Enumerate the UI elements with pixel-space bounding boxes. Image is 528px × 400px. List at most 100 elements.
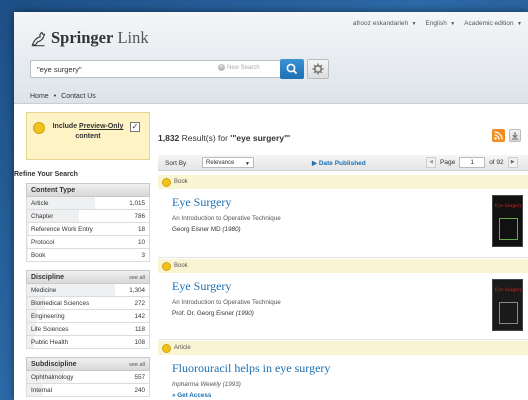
facet-item-count: 118 bbox=[134, 326, 145, 333]
result-subtitle: An Introduction to Operative Technique bbox=[172, 299, 281, 306]
preview-only-checkbox[interactable]: ✓ bbox=[130, 122, 140, 132]
result-type-bar: Book bbox=[158, 259, 528, 273]
chevron-down-icon: ▼ bbox=[245, 161, 250, 167]
gear-icon bbox=[312, 63, 324, 75]
divider bbox=[158, 339, 528, 340]
breadcrumb: Home • Contact Us bbox=[30, 93, 96, 100]
facet-item-content-type[interactable]: Reference Work Entry 18 bbox=[26, 223, 150, 236]
facet-item-count: 1,015 bbox=[129, 200, 145, 207]
facet-item-content-type[interactable]: Article 1,015 bbox=[26, 197, 150, 210]
logo-text: Springer Link bbox=[51, 28, 149, 47]
facet-item-count: 18 bbox=[137, 226, 145, 233]
facet-item-subdiscipline[interactable]: Ophthalmology 557 bbox=[26, 371, 150, 384]
search-icon bbox=[286, 63, 298, 75]
user-menu[interactable]: afrooz eskandarieh ▼ bbox=[353, 20, 417, 27]
facet-item-label: Engineering bbox=[31, 313, 65, 320]
results-count-heading: 1,832 Result(s) for '"eye surgery"' bbox=[158, 133, 291, 143]
date-published-filter[interactable]: ▶ Date Published bbox=[312, 159, 366, 167]
content-type-icon bbox=[162, 343, 171, 353]
facet-item-subdiscipline[interactable]: Internal 240 bbox=[26, 384, 150, 397]
facet-subdiscipline: Subdiscipline see all Ophthalmology 557 Int… bbox=[26, 357, 150, 397]
facet-discipline: Discipline see all Medicine 1,304 Biomedica… bbox=[26, 270, 150, 349]
get-access-link[interactable]: » Get Access bbox=[172, 392, 211, 399]
facet-item-label: Life Sciences bbox=[31, 326, 69, 333]
caret-right-icon: ▶ bbox=[312, 160, 319, 167]
result-item: Book Eye Surgery An Introduction to Oper… bbox=[158, 259, 528, 339]
facet-item-content-type[interactable]: Chapter 786 bbox=[26, 210, 150, 223]
nav-home-link[interactable]: Home bbox=[30, 93, 49, 100]
cover-illustration bbox=[499, 218, 518, 240]
result-item: Article Fluorouracil helps in eye surger… bbox=[158, 341, 528, 400]
facet-item-content-type[interactable]: Book 3 bbox=[26, 249, 150, 262]
rss-button[interactable] bbox=[492, 129, 505, 142]
new-search-button[interactable]: ✕ New Search bbox=[218, 64, 260, 71]
see-all-link[interactable]: see all bbox=[129, 275, 145, 281]
facet-item-content-type[interactable]: Protocol 10 bbox=[26, 236, 150, 249]
result-title-link[interactable]: Fluorouracil helps in eye surgery bbox=[172, 361, 330, 376]
facet-item-discipline[interactable]: Biomedical Sciences 272 bbox=[26, 297, 150, 310]
rss-icon bbox=[494, 131, 503, 140]
facet-item-discipline[interactable]: Engineering 142 bbox=[26, 310, 150, 323]
edition-menu[interactable]: Academic edition ▼ bbox=[464, 20, 522, 27]
facet-header: Subdiscipline see all bbox=[26, 357, 150, 371]
result-type-bar: Article bbox=[158, 341, 528, 355]
springer-horse-icon bbox=[31, 31, 46, 46]
result-type-bar: Book bbox=[158, 175, 528, 189]
facet-item-count: 240 bbox=[134, 387, 145, 394]
user-bar: afrooz eskandarieh ▼ English ▼ Academic … bbox=[353, 20, 522, 27]
facet-item-count: 786 bbox=[134, 213, 145, 220]
facet-item-count: 272 bbox=[134, 300, 145, 307]
springerlink-window: afrooz eskandarieh ▼ English ▼ Academic … bbox=[14, 12, 528, 400]
facet-item-count: 142 bbox=[134, 313, 145, 320]
facet-item-label: Protocol bbox=[31, 239, 55, 246]
facet-item-label: Chapter bbox=[31, 213, 54, 220]
facet-item-label: Public Health bbox=[31, 339, 69, 346]
facet-item-label: Internal bbox=[31, 387, 53, 394]
facet-item-discipline[interactable]: Public Health 108 bbox=[26, 336, 150, 349]
facet-item-count: 1,304 bbox=[129, 287, 145, 294]
content-type-icon bbox=[162, 261, 171, 271]
result-journal: Inpharma Weekly (1993) bbox=[172, 381, 241, 388]
language-menu[interactable]: English ▼ bbox=[425, 20, 455, 27]
facet-count-bar bbox=[27, 223, 30, 235]
download-button[interactable] bbox=[509, 129, 521, 142]
content-type-icon bbox=[162, 177, 171, 187]
preview-only-link[interactable]: Preview-Only bbox=[79, 123, 123, 130]
springer-logo[interactable]: Springer Link bbox=[30, 28, 149, 48]
facet-item-label: Ophthalmology bbox=[31, 374, 74, 381]
sort-select[interactable]: Relevance ▼ bbox=[202, 157, 254, 168]
facet-item-label: Biomedical Sciences bbox=[31, 300, 90, 307]
page-total: of 92 bbox=[489, 159, 504, 166]
facet-item-discipline[interactable]: Medicine 1,304 bbox=[26, 284, 150, 297]
header: afrooz eskandarieh ▼ English ▼ Academic … bbox=[14, 12, 528, 104]
facet-item-discipline[interactable]: Life Sciences 118 bbox=[26, 323, 150, 336]
result-item: Book Eye Surgery An Introduction to Oper… bbox=[158, 175, 528, 255]
prev-page-button[interactable]: ◀ bbox=[426, 157, 436, 168]
settings-button[interactable] bbox=[307, 59, 329, 79]
result-author: Prof. Dr. Georg Eisner (1990) bbox=[172, 310, 254, 317]
next-page-button[interactable]: ▶ bbox=[507, 157, 518, 168]
cover-illustration bbox=[499, 302, 518, 324]
preview-toggle-icon[interactable] bbox=[33, 122, 45, 134]
facet-header: Content Type bbox=[26, 183, 150, 197]
facet-item-count: 108 bbox=[134, 339, 145, 346]
nav-contact-link[interactable]: Contact Us bbox=[61, 93, 96, 100]
facet-count-bar bbox=[27, 236, 29, 248]
download-icon bbox=[512, 132, 518, 140]
nav-separator: • bbox=[53, 93, 57, 100]
refine-title: Refine Your Search bbox=[14, 171, 78, 178]
search-button[interactable] bbox=[280, 59, 304, 79]
result-title-link[interactable]: Eye Surgery bbox=[172, 279, 231, 294]
result-title-link[interactable]: Eye Surgery bbox=[172, 195, 231, 210]
see-all-link[interactable]: see all bbox=[129, 362, 145, 368]
facet-item-label: Reference Work Entry bbox=[31, 226, 93, 233]
book-cover-image[interactable]: Eye Surgery bbox=[492, 195, 523, 247]
result-subtitle: An Introduction to Operative Technique bbox=[172, 215, 281, 222]
facet-item-label: Book bbox=[31, 252, 46, 259]
facet-item-count: 10 bbox=[137, 239, 145, 246]
sort-by-label: Sort By bbox=[165, 160, 187, 167]
result-author: Georg Eisner MD (1980) bbox=[172, 226, 241, 233]
page-number-input[interactable]: 1 bbox=[459, 157, 486, 168]
pagination: ◀ Page 1 of 92 ▶ bbox=[426, 157, 518, 168]
book-cover-image[interactable]: Eye Surgery bbox=[492, 279, 523, 331]
